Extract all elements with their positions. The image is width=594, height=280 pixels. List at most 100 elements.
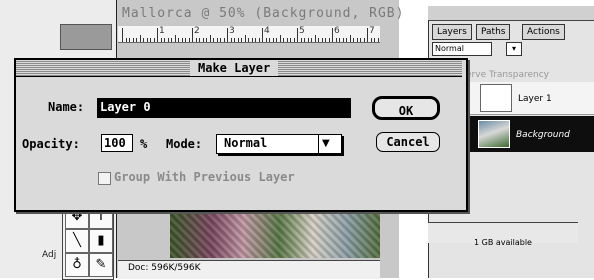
percent-label: % bbox=[140, 137, 148, 151]
ruler-tick bbox=[178, 38, 179, 42]
ruler-number: 2 bbox=[194, 26, 200, 36]
ruler-tick bbox=[223, 38, 225, 42]
ruler-tick bbox=[248, 38, 249, 42]
ruler-tick bbox=[150, 38, 151, 42]
layer-name-value[interactable]: Layer 0 bbox=[100, 100, 151, 114]
dropdown-divider bbox=[318, 135, 319, 153]
line-tool-icon[interactable]: ╲ bbox=[65, 229, 89, 253]
ruler-tick bbox=[374, 38, 375, 42]
canvas-texture bbox=[170, 206, 380, 258]
ruler-tick bbox=[206, 38, 207, 42]
document-size[interactable]: Doc: 596K/596K bbox=[128, 263, 200, 273]
ruler-tick bbox=[181, 38, 183, 42]
ruler-tick bbox=[339, 38, 340, 42]
tool-preview-thumbnail bbox=[60, 24, 112, 50]
ruler-tick bbox=[356, 38, 358, 42]
ruler-tick bbox=[195, 38, 197, 42]
ruler-tick bbox=[283, 38, 284, 42]
preserve-transparency-label: erve Transparency bbox=[466, 70, 549, 80]
ruler-tick bbox=[279, 35, 281, 42]
ruler-tick bbox=[164, 38, 165, 42]
ruler-tick bbox=[234, 38, 235, 42]
ruler-tick bbox=[325, 38, 326, 42]
opacity-label: Opacity: bbox=[22, 137, 80, 151]
tab-actions[interactable]: Actions bbox=[522, 24, 565, 40]
ruler-tick bbox=[269, 38, 270, 42]
ruler-tick bbox=[216, 38, 218, 42]
horizontal-ruler[interactable]: 1 2 3 4 5 6 7 bbox=[118, 26, 380, 43]
ruler-tick bbox=[346, 38, 347, 42]
ruler-tick bbox=[332, 28, 333, 42]
layer-name: Background bbox=[516, 130, 570, 140]
ruler-tick bbox=[360, 38, 361, 42]
ruler-tick bbox=[318, 38, 319, 42]
ruler-tick bbox=[367, 28, 368, 42]
ruler-tick bbox=[209, 35, 211, 42]
ruler-tick bbox=[157, 28, 158, 42]
ruler-tick bbox=[290, 38, 291, 42]
ruler-tick bbox=[276, 38, 277, 42]
ruler-tick bbox=[202, 38, 204, 42]
ruler-tick bbox=[314, 35, 316, 42]
ruler-number: 4 bbox=[264, 26, 270, 36]
ok-button[interactable]: OK bbox=[372, 96, 440, 120]
ruler-tick bbox=[136, 38, 137, 42]
ruler-tick bbox=[251, 38, 253, 42]
ruler-tick bbox=[370, 38, 372, 42]
ruler-tick bbox=[146, 38, 148, 42]
ruler-number: 5 bbox=[299, 26, 305, 36]
ruler-tick bbox=[293, 38, 295, 42]
ruler-number: 1 bbox=[159, 26, 165, 36]
ruler-number: 6 bbox=[334, 26, 340, 36]
ruler-number: 7 bbox=[369, 26, 375, 36]
ruler-number: 3 bbox=[229, 26, 235, 36]
cancel-button[interactable]: Cancel bbox=[376, 132, 440, 152]
ruler-tick bbox=[237, 38, 239, 42]
ruler-tick bbox=[328, 38, 330, 42]
ruler-tick bbox=[304, 38, 305, 42]
ruler-tick bbox=[286, 38, 288, 42]
gradient-tool-icon[interactable]: ▮ bbox=[89, 229, 113, 253]
ruler-tick bbox=[255, 38, 256, 42]
ruler-tick bbox=[227, 28, 228, 42]
chevron-down-icon[interactable]: ▾ bbox=[506, 42, 522, 56]
ruler-tick bbox=[349, 35, 351, 42]
ruler-tick bbox=[143, 38, 144, 42]
ruler-tick bbox=[139, 35, 141, 42]
chevron-down-icon[interactable]: ▼ bbox=[322, 138, 330, 149]
tab-layers[interactable]: Layers bbox=[432, 24, 472, 40]
ruler-tick bbox=[171, 38, 172, 42]
ruler-tick bbox=[220, 38, 221, 42]
ruler-tick bbox=[307, 38, 309, 42]
ruler-tick bbox=[160, 38, 162, 42]
layer-name: Layer 1 bbox=[518, 94, 552, 104]
layer-thumbnail bbox=[480, 84, 512, 112]
ruler-tick bbox=[199, 38, 200, 42]
group-with-previous-checkbox[interactable] bbox=[98, 172, 111, 185]
memory-label: 1 GB available bbox=[474, 238, 532, 247]
ruler-tick bbox=[321, 38, 323, 42]
ruler-tick bbox=[342, 38, 344, 42]
mode-value[interactable]: Normal bbox=[224, 136, 267, 150]
group-with-previous-label[interactable]: Group With Previous Layer bbox=[114, 170, 295, 184]
ruler-tick bbox=[213, 38, 214, 42]
ruler-tick bbox=[297, 28, 298, 42]
eyedropper-icon[interactable]: ✎ bbox=[89, 253, 113, 277]
ruler-tick bbox=[262, 28, 263, 42]
tab-paths[interactable]: Paths bbox=[476, 24, 511, 40]
ruler-tick bbox=[377, 38, 379, 42]
mode-label: Mode: bbox=[166, 137, 203, 151]
ruler-tick bbox=[153, 38, 155, 42]
name-label: Name: bbox=[48, 100, 85, 114]
ruler-tick bbox=[129, 38, 130, 42]
ruler-tick bbox=[335, 38, 337, 42]
ruler-tick bbox=[258, 38, 260, 42]
opacity-input[interactable]: 100 bbox=[101, 134, 133, 152]
ruler-tick bbox=[185, 38, 186, 42]
blend-mode-select[interactable]: Normal bbox=[432, 42, 492, 56]
paint-bucket-icon[interactable]: ♁ bbox=[65, 253, 89, 277]
ruler-tick bbox=[230, 38, 232, 42]
palette-title-bar[interactable] bbox=[428, 6, 594, 21]
ruler-tick bbox=[241, 38, 242, 42]
ruler-tick bbox=[363, 38, 365, 42]
